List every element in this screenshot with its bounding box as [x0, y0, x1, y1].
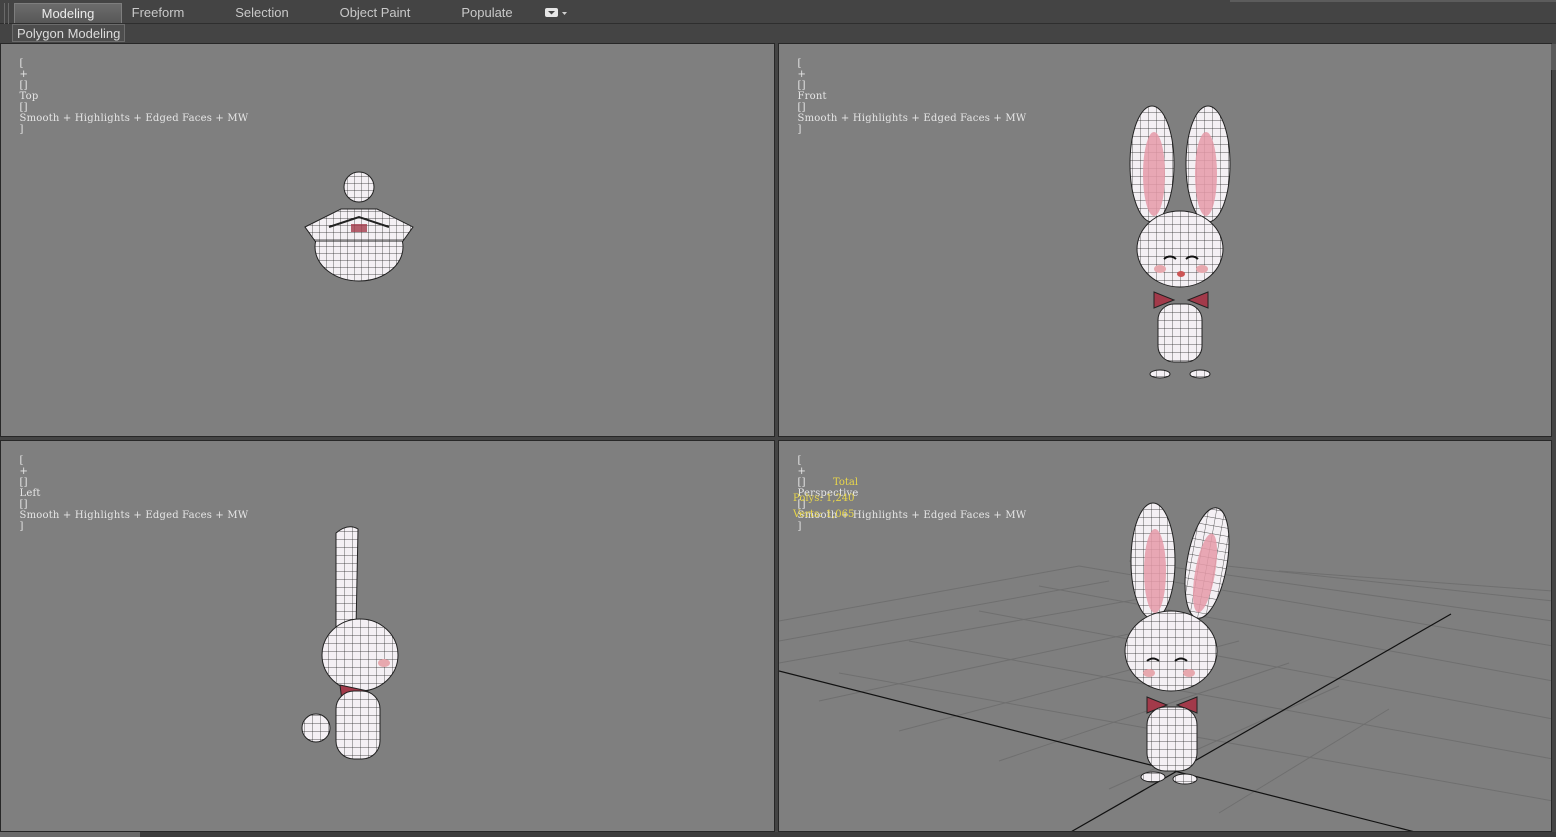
label-open-bracket: [ [797, 58, 802, 69]
viewport-shading-mode[interactable]: Smooth + Highlights + Edged Faces + MW [798, 113, 1027, 124]
bunny-model-left-view[interactable] [296, 523, 416, 768]
ribbon-tab-bar: Modeling Freeform Selection Object Paint… [0, 0, 1556, 39]
tab-modeling[interactable]: Modeling [14, 3, 122, 23]
tab-object-paint[interactable]: Object Paint [330, 3, 420, 23]
viewport-menu-plus[interactable]: + [20, 466, 29, 477]
label-divider: [] [19, 499, 28, 510]
viewport-top[interactable]: [ + [] Top [] Smooth + Highlights + Edge… [0, 43, 775, 437]
viewport-name-left[interactable]: Left [20, 488, 41, 499]
bunny-model-front-view[interactable] [1124, 104, 1244, 379]
label-close-bracket: ] [19, 521, 24, 532]
viewport-layout-scroll-handle[interactable] [1551, 44, 1556, 70]
ribbon-panel-bar: Polygon Modeling [0, 24, 1556, 43]
viewport-menu-plus[interactable]: + [798, 69, 807, 80]
viewport-shading-mode[interactable]: Smooth + Highlights + Edged Faces + MW [20, 113, 249, 124]
viewport-label-left[interactable]: [ + [] Left [] Smooth + Highlights + Edg… [6, 444, 249, 543]
label-open-bracket: [ [19, 455, 24, 466]
viewport-menu-plus[interactable]: + [20, 69, 29, 80]
polygon-modeling-panel-button[interactable]: Polygon Modeling [12, 24, 126, 42]
label-divider: [] [797, 80, 806, 91]
label-divider: [] [797, 102, 806, 113]
label-divider: [] [19, 80, 28, 91]
label-open-bracket: [ [19, 58, 24, 69]
viewport-label-front[interactable]: [ + [] Front [] Smooth + Highlights + Ed… [784, 47, 1027, 146]
bunny-model-top-view[interactable] [291, 169, 431, 289]
tab-selection[interactable]: Selection [222, 3, 302, 23]
viewport-shading-mode[interactable]: Smooth + Highlights + Edged Faces + MW [20, 510, 249, 521]
tab-freeform[interactable]: Freeform [122, 3, 194, 23]
tab-populate[interactable]: Populate [452, 3, 522, 23]
viewport-left[interactable]: [ + [] Left [] Smooth + Highlights + Edg… [0, 440, 775, 832]
viewport-label-top[interactable]: [ + [] Top [] Smooth + Highlights + Edge… [6, 47, 249, 146]
label-close-bracket: ] [797, 124, 802, 135]
viewport-perspective[interactable]: [ + [] Perspective [] Smooth + Highlight… [778, 440, 1552, 832]
viewport-front[interactable]: [ + [] Front [] Smooth + Highlights + Ed… [778, 43, 1552, 437]
label-divider: [] [19, 102, 28, 113]
label-divider: [] [19, 477, 28, 488]
label-close-bracket: ] [19, 124, 24, 135]
viewport-name-top[interactable]: Top [20, 91, 39, 102]
viewport-name-front[interactable]: Front [798, 91, 827, 102]
bunny-model-perspective-view[interactable] [1119, 501, 1239, 786]
dropdown-options-icon[interactable] [544, 7, 570, 19]
bottom-status-strip [0, 832, 1556, 837]
